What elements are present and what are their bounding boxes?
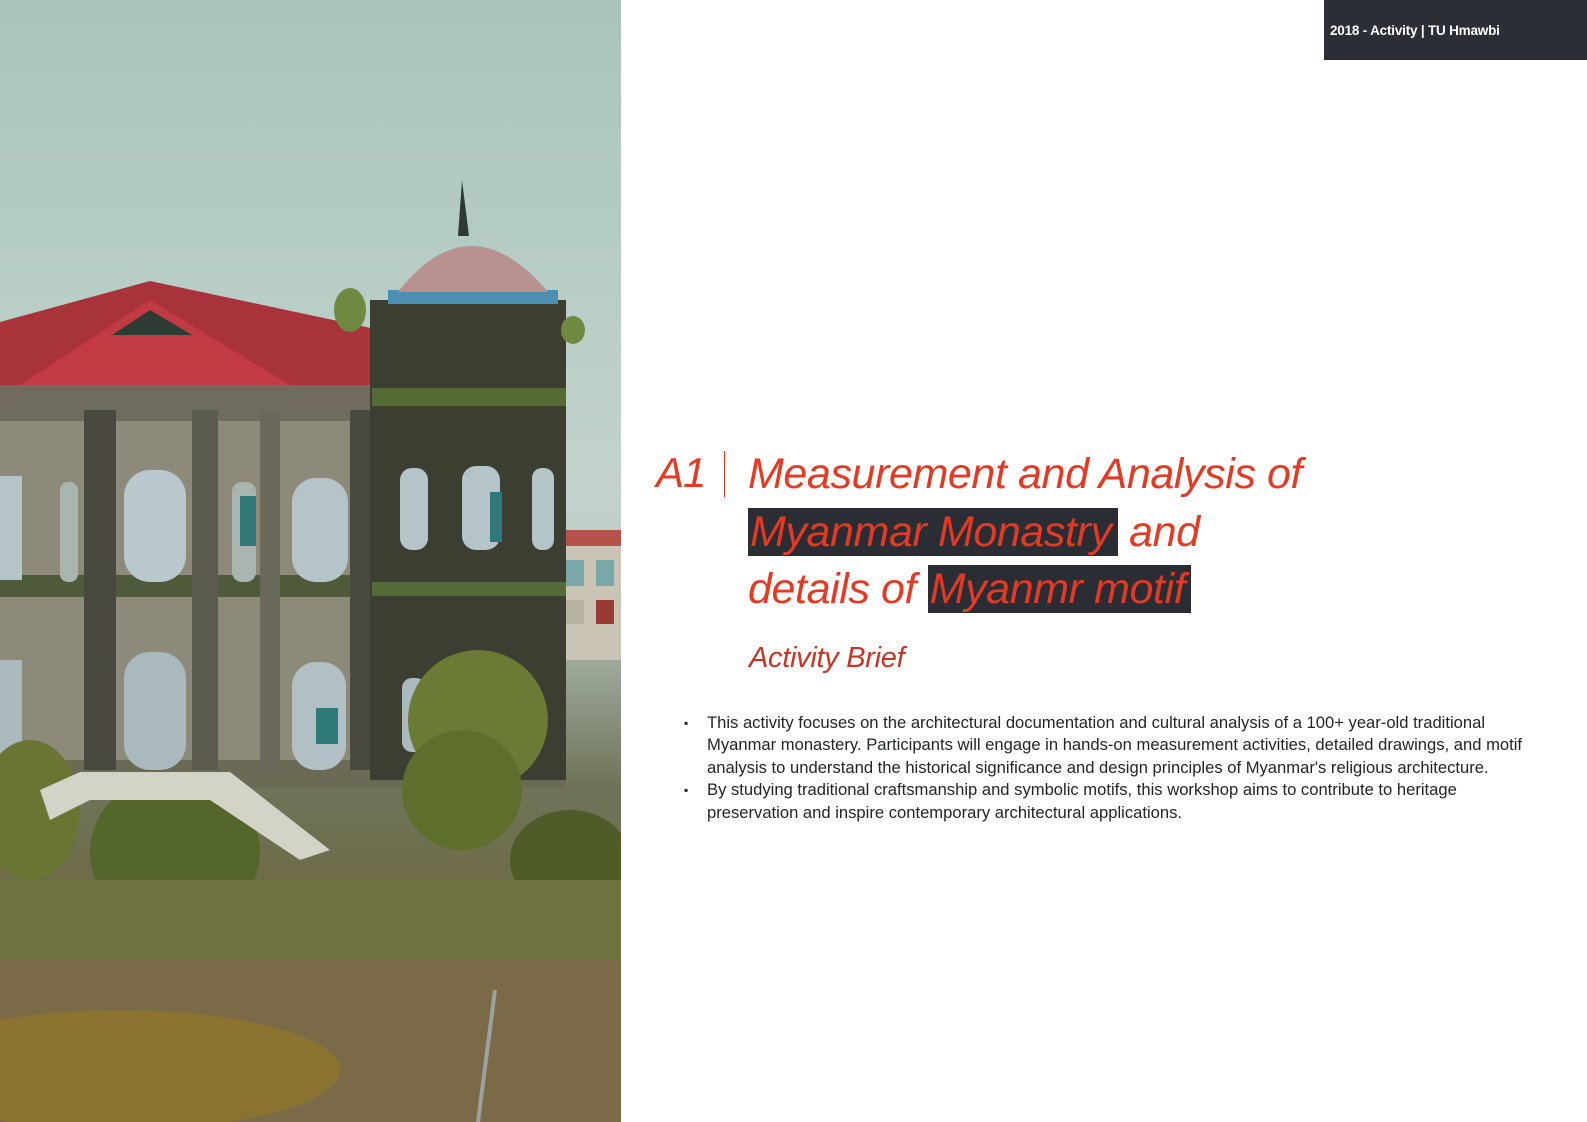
title-divider bbox=[724, 451, 725, 497]
title-highlight-motif: Myanmr motif bbox=[927, 565, 1192, 613]
bullet-icon: ▪ bbox=[684, 716, 689, 730]
title-highlight-monastery: Myanmar Monastry bbox=[748, 507, 1118, 556]
bullet-icon: ▪ bbox=[684, 783, 689, 798]
brief-text: This activity focuses on the architectur… bbox=[707, 713, 1523, 777]
activity-subtitle: Activity Brief bbox=[749, 642, 905, 674]
title-part-3: details of bbox=[748, 565, 917, 613]
monastery-illustration bbox=[0, 180, 621, 1122]
header-badge-text: 2018 - Activity | TU Hmawbi bbox=[1330, 22, 1500, 38]
activity-title: Measurement and Analysis of Myanmar Mona… bbox=[748, 446, 1548, 619]
brief-list: ▪ This activity focuses on the architect… bbox=[684, 712, 1544, 824]
title-line-2: Myanmar Monastry and bbox=[748, 504, 1548, 562]
brief-list-item: ▪ By studying traditional craftsmanship … bbox=[684, 779, 1544, 824]
monastery-photo bbox=[0, 0, 621, 1122]
activity-code: A1 bbox=[656, 449, 706, 496]
brief-list-item: ▪ This activity focuses on the architect… bbox=[684, 712, 1544, 779]
title-line-1: Measurement and Analysis of bbox=[748, 446, 1548, 504]
title-line-3: details of Myanmr motif bbox=[748, 561, 1548, 619]
header-badge: 2018 - Activity | TU Hmawbi bbox=[1324, 0, 1587, 60]
brief-text: By studying traditional craftsmanship an… bbox=[707, 780, 1457, 822]
title-part-1: Measurement and Analysis of bbox=[748, 450, 1303, 498]
title-part-2: and bbox=[1129, 507, 1200, 556]
